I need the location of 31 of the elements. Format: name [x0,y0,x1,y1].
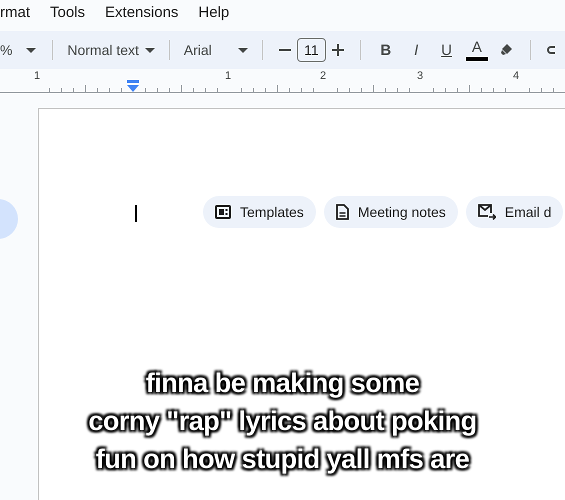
ruler-number: 2 [320,70,326,82]
indent-marker-icon[interactable] [127,80,139,92]
menu-item[interactable]: Tools [50,4,86,20]
document-icon [336,204,349,220]
menu-item[interactable]: Extensions [105,4,178,20]
menu-item[interactable]: Help [198,4,230,20]
caption-line: corny "rap" lyrics about poking [88,402,477,440]
italic-button[interactable]: I [401,38,432,62]
color-button[interactable]: A [462,38,492,62]
ruler-number: 4 [513,70,520,82]
font-dropdown[interactable]: Arial [180,42,252,58]
ruler-number: 1 [34,70,40,82]
email-icon [478,204,496,220]
style-dropdown[interactable]: Normal text [63,42,159,58]
underline-button[interactable]: U [431,38,462,62]
caret-icon [238,48,248,52]
ruler-number: 1 [225,70,232,82]
font-size-field[interactable]: 11 [296,38,326,62]
bold-button[interactable]: B [370,38,401,62]
building-block-chip[interactable]: Meeting notes [324,196,458,228]
caret-icon [144,48,155,52]
caption-line: finna be making some [146,364,420,402]
zoom-dropdown[interactable]: % [0,38,42,62]
building-block-chip[interactable]: Email d [466,196,564,228]
caption-line: fun on how stupid yall mfs are [96,440,470,478]
building-block-chip[interactable]: Templates [203,196,316,228]
menu-item[interactable]: rmat [0,4,30,20]
ruler-number: 3 [417,70,424,82]
caret-icon [26,48,36,52]
text-cursor [135,205,137,222]
template-icon [215,205,231,219]
